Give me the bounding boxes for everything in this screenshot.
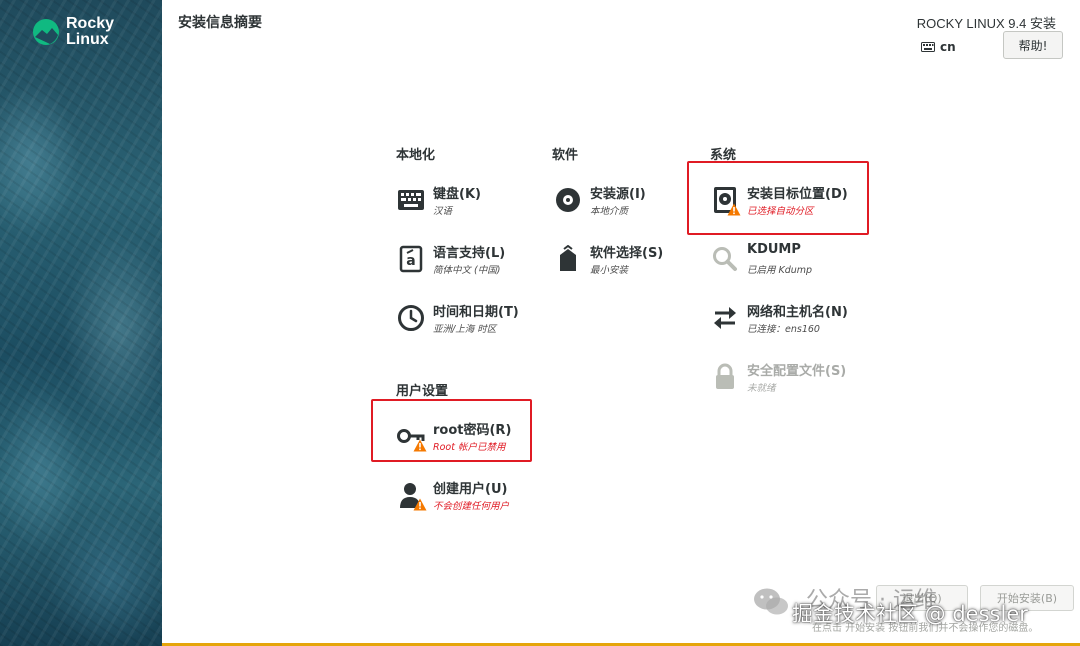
- logo-line-1: Rocky: [66, 15, 115, 32]
- rocky-logo-icon: [33, 19, 59, 45]
- spoke-kdump[interactable]: KDUMP 已启用 Kdump: [710, 242, 880, 290]
- keyboard-layout-indicator[interactable]: cn: [921, 36, 1001, 58]
- category-user-settings-title: 用户设置: [396, 384, 449, 399]
- rocky-linux-logo: Rocky Linux: [32, 16, 114, 48]
- keyboard-icon: [921, 42, 935, 52]
- spoke-network-hostname-status: 已连接：ens160: [747, 324, 820, 335]
- clock-icon: [396, 303, 426, 333]
- spoke-language-title: 语言支持(L): [433, 246, 506, 261]
- wechat-icon: [752, 586, 790, 622]
- warning-icon: [413, 496, 427, 515]
- spoke-language-status: 简体中文 (中国): [433, 265, 501, 276]
- spoke-network-hostname-title: 网络和主机名(N): [747, 305, 848, 320]
- spoke-install-source-status: 本地介质: [590, 206, 629, 217]
- category-software-title: 软件: [552, 148, 579, 163]
- svg-text:a: a: [406, 253, 415, 269]
- spoke-create-user[interactable]: 创建用户(U) 不会创建任何用户: [396, 478, 566, 526]
- spoke-software-selection-status: 最小安装: [590, 265, 629, 276]
- watermark-line-2: 掘金技术社区 @ dessler: [792, 602, 1028, 626]
- spoke-kdump-status: 已启用 Kdump: [747, 265, 813, 276]
- package-icon: [553, 244, 583, 274]
- spoke-keyboard[interactable]: 键盘(K) 汉语: [396, 183, 566, 231]
- spoke-software-selection[interactable]: 软件选择(S) 最小安装: [553, 242, 723, 290]
- spoke-security-profile-title: 安全配置文件(S): [747, 364, 847, 379]
- watermark: 公众号 · 运维 掘金技术社区 @ dessler: [752, 580, 1072, 636]
- spoke-create-user-title: 创建用户(U): [433, 482, 508, 497]
- keyboard-layout-label: cn: [940, 40, 956, 54]
- lock-icon: [710, 362, 740, 392]
- sidebar: Rocky Linux: [0, 0, 162, 646]
- spoke-keyboard-title: 键盘(K): [433, 187, 481, 202]
- spoke-install-source-title: 安装源(I): [590, 187, 646, 202]
- sidebar-background: [0, 0, 162, 646]
- magnifier-icon: [710, 244, 740, 274]
- spoke-keyboard-status: 汉语: [433, 206, 453, 217]
- spoke-create-user-status: 不会创建任何用户: [433, 501, 510, 512]
- spoke-time-date-title: 时间和日期(T): [433, 305, 519, 320]
- highlight-box-root-password: [371, 399, 532, 462]
- category-localization-title: 本地化: [396, 148, 436, 163]
- page-title: 安装信息摘要: [178, 15, 262, 31]
- logo-text: Rocky Linux: [66, 16, 114, 48]
- disc-icon: [553, 185, 583, 215]
- spoke-time-date-status: 亚洲/上海 时区: [433, 324, 497, 335]
- product-title: ROCKY LINUX 9.4 安装: [916, 16, 1056, 31]
- spoke-network-hostname[interactable]: 网络和主机名(N) 已连接：ens160: [710, 301, 880, 349]
- spoke-time-date[interactable]: 时间和日期(T) 亚洲/上海 时区: [396, 301, 566, 349]
- spoke-security-profile[interactable]: 安全配置文件(S) 未就绪: [710, 360, 880, 408]
- spoke-language[interactable]: a 语言支持(L) 简体中文 (中国): [396, 242, 566, 290]
- logo-line-2: Linux: [66, 31, 109, 48]
- highlight-box-install-destination: [687, 161, 869, 235]
- spoke-software-selection-title: 软件选择(S): [590, 246, 664, 261]
- language-icon: a: [396, 244, 426, 274]
- help-button[interactable]: 帮助!: [1003, 31, 1063, 59]
- keyboard-icon: [396, 185, 426, 215]
- spoke-kdump-title: KDUMP: [747, 242, 801, 257]
- spoke-security-profile-status: 未就绪: [747, 383, 776, 394]
- network-arrows-icon: [710, 303, 740, 333]
